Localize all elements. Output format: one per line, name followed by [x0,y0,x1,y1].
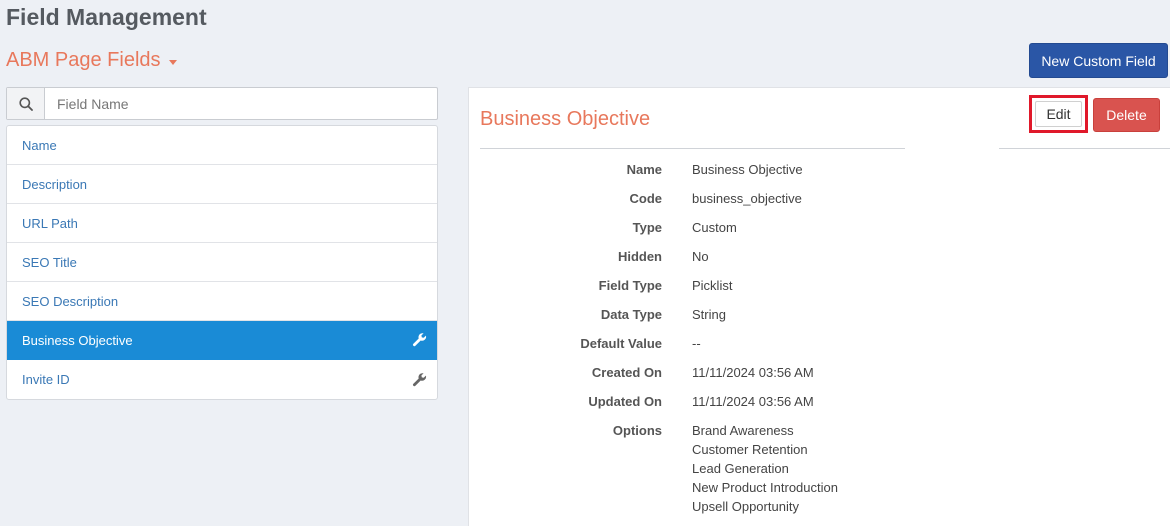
field-list-item-invite-id[interactable]: Invite ID [7,360,437,399]
property-value: String [692,307,726,322]
property-label: Created On [591,365,662,380]
property-value: 11/11/2024 03:56 AM [692,394,814,409]
property-label: Code [629,191,663,206]
property-row-options: Options Brand Awareness Customer Retenti… [469,421,1170,518]
search-box [6,87,438,120]
property-row-code: Code business_objective [469,189,1170,218]
property-label: Data Type [600,307,662,322]
property-label: Default Value [580,336,662,351]
property-row-created-on: Created On 11/11/2024 03:56 AM [469,363,1170,392]
field-list-item-label: SEO Title [22,254,77,270]
field-name-search-input[interactable] [45,88,437,119]
option-item: Upsell Opportunity [692,499,799,514]
property-value: 11/11/2024 03:56 AM [692,365,814,380]
property-row-name: Name Business Objective [469,160,1170,189]
caret-down-icon [168,59,177,65]
field-list-item-label: Invite ID [22,372,70,387]
property-label: Updated On [588,394,662,409]
field-list-item-label: Name [22,137,57,153]
property-row-default-value: Default Value -- [469,334,1170,363]
property-value: Custom [692,220,737,235]
wrench-icon[interactable] [411,371,429,389]
section-dropdown-label: ABM Page Fields [6,49,161,71]
section-dropdown[interactable]: ABM Page Fields [6,49,177,72]
property-value: Business Objective [692,162,803,177]
field-list-item-name[interactable]: Name [7,126,437,165]
field-list-item-business-objective[interactable]: Business Objective [7,321,437,360]
options-list: Brand Awareness Customer Retention Lead … [692,423,838,518]
divider [480,148,905,149]
option-item: Lead Generation [692,461,789,476]
field-list-item-seo-description[interactable]: SEO Description [7,282,437,321]
wrench-icon[interactable] [411,331,429,349]
option-item: New Product Introduction [692,480,838,495]
field-detail-panel: Business Objective Edit Delete Name Busi… [468,87,1170,526]
field-properties: Name Business Objective Code business_ob… [469,160,1170,518]
field-list-item-label: URL Path [22,215,78,231]
delete-button[interactable]: Delete [1093,98,1160,132]
property-value: Picklist [692,278,733,293]
property-row-data-type: Data Type String [469,305,1170,334]
option-item: Brand Awareness [692,423,794,438]
property-label: Options [612,423,662,438]
property-label: Hidden [617,249,662,264]
property-value: -- [692,336,701,351]
property-label: Name [626,162,662,177]
search-icon[interactable] [7,88,45,119]
property-row-field-type: Field Type Picklist [469,276,1170,305]
detail-title: Business Objective [480,108,651,130]
new-custom-field-button[interactable]: New Custom Field [1029,43,1168,78]
field-list-item-label: Description [22,176,88,192]
field-list-item-url-path[interactable]: URL Path [7,204,437,243]
field-list: Name Description URL Path SEO Title SEO … [6,125,438,400]
property-label: Field Type [598,278,662,293]
property-value: No [692,249,709,264]
divider [999,148,1170,149]
field-list-item-description[interactable]: Description [7,165,437,204]
edit-button-highlight: Edit [1029,95,1088,133]
field-list-item-label: Business Objective [22,332,133,348]
property-value: business_objective [692,191,802,206]
page-title: Field Management [6,4,207,30]
field-list-item-label: SEO Description [22,293,119,309]
property-row-hidden: Hidden No [469,247,1170,276]
field-list-item-seo-title[interactable]: SEO Title [7,243,437,282]
edit-button[interactable]: Edit [1035,101,1082,127]
property-row-type: Type Custom [469,218,1170,247]
property-row-updated-on: Updated On 11/11/2024 03:56 AM [469,392,1170,421]
property-label: Type [632,220,662,235]
option-item: Customer Retention [692,442,808,457]
